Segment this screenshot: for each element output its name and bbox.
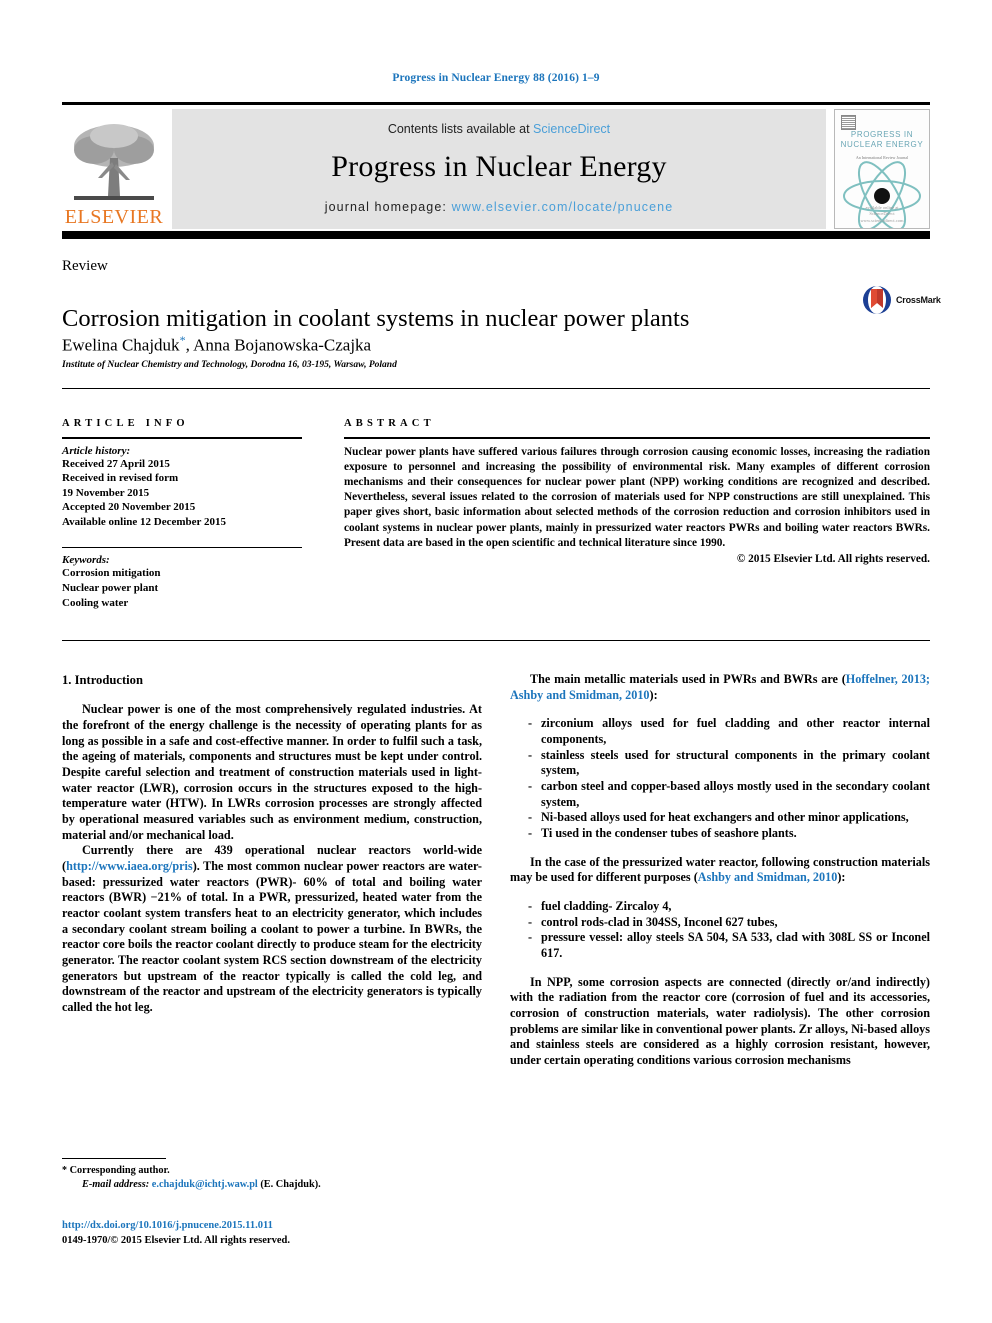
abstract-copyright: © 2015 Elsevier Ltd. All rights reserved… xyxy=(736,552,930,565)
list-item: carbon steel and copper-based alloys mos… xyxy=(528,779,930,810)
elsevier-logo: ELSEVIER xyxy=(62,109,166,229)
list-item: fuel cladding- Zircaloy 4, xyxy=(528,899,930,915)
crossmark-label: CrossMark xyxy=(896,295,941,305)
issn-copyright-line: 0149-1970/© 2015 Elsevier Ltd. All right… xyxy=(62,1235,290,1247)
masthead-center-band: Contents lists available at ScienceDirec… xyxy=(172,109,826,229)
list-item: zirconium alloys used for fuel cladding … xyxy=(528,716,930,747)
homepage-label: journal homepage: xyxy=(324,200,452,214)
masthead-top-rule xyxy=(62,102,930,105)
page-title: Corrosion mitigation in coolant systems … xyxy=(62,305,690,333)
cover-footer-line1: available online at xyxy=(865,205,899,211)
keywords-block: Keywords: Corrosion mitigation Nuclear p… xyxy=(62,546,302,610)
email-note: E-mail address: e.chajduk@ichtj.waw.pl (… xyxy=(62,1178,482,1192)
materials-lead-post: ): xyxy=(649,687,658,702)
keyword-item: Cooling water xyxy=(62,596,129,609)
paragraph-intro-2: Currently there are 439 operational nucl… xyxy=(62,843,482,1015)
paragraph-intro-1: Nuclear power is one of the most compreh… xyxy=(62,702,482,842)
doi-link[interactable]: http://dx.doi.org/10.1016/j.pnucene.2015… xyxy=(62,1218,522,1233)
article-info-rule xyxy=(62,437,302,439)
cover-title-line2: NUCLEAR ENERGY xyxy=(840,140,924,150)
abstract-block: ABSTRACT Nuclear power plants have suffe… xyxy=(344,418,930,565)
paragraph-intro-2-post: ). The most common nuclear power reactor… xyxy=(62,858,482,1014)
section-heading-introduction: 1. Introduction xyxy=(62,673,143,687)
elsevier-tree-icon xyxy=(74,124,154,200)
masthead-bottom-rule xyxy=(62,231,930,239)
cover-barcode-icon xyxy=(841,115,856,130)
contents-available-line: Contents lists available at ScienceDirec… xyxy=(388,122,610,136)
list-item: Ti used in the condenser tubes of seasho… xyxy=(528,826,930,842)
abstract-rule xyxy=(344,437,930,439)
keywords-rule xyxy=(62,546,302,549)
contents-prefix: Contents lists available at xyxy=(387,122,534,136)
keyword-item: Nuclear power plant xyxy=(62,581,159,594)
doi-block: http://dx.doi.org/10.1016/j.pnucene.2015… xyxy=(62,1218,522,1248)
article-info-heading: ARTICLE INFO xyxy=(62,418,189,429)
list-item: Ni-based alloys used for heat exchangers… xyxy=(528,810,930,826)
body-column-right: The main metallic materials used in PWRs… xyxy=(510,672,930,1069)
journal-title: Progress in Nuclear Energy xyxy=(331,150,667,183)
footnote-block: * Corresponding author. E-mail address: … xyxy=(62,1158,482,1193)
paragraph-materials-lead: The main metallic materials used in PWRs… xyxy=(510,672,930,703)
materials-lead-pre: The main metallic materials used in PWRs… xyxy=(530,672,846,686)
keyword-item: Corrosion mitigation xyxy=(62,567,161,580)
list-item: stainless steels used for structural com… xyxy=(528,748,930,779)
history-accepted: Accepted 20 November 2015 xyxy=(62,501,196,514)
email-owner: (E. Chajduk). xyxy=(260,1179,321,1191)
author-secondary: , Anna Bojanowska-Czajka xyxy=(185,335,372,355)
email-label: E-mail address: xyxy=(82,1179,150,1191)
corresponding-author-note: * Corresponding author. xyxy=(62,1164,482,1178)
abstract-heading: ABSTRACT xyxy=(344,418,435,429)
iaea-pris-link[interactable]: http://www.iaea.org/pris xyxy=(66,859,193,873)
author-list: Ewelina Chajduk*, Anna Bojanowska-Czajka xyxy=(62,333,842,356)
journal-article-page: Progress in Nuclear Energy 88 (2016) 1–9 xyxy=(0,0,992,1323)
sciencedirect-link[interactable]: ScienceDirect xyxy=(533,122,610,136)
crossmark-icon xyxy=(863,286,891,314)
history-received: Received 27 April 2015 xyxy=(62,457,170,470)
history-revised-date: 19 November 2015 xyxy=(62,486,150,499)
cover-footer: available online at ScienceDirect www.sc… xyxy=(835,205,929,224)
corresponding-marker: * xyxy=(62,1165,67,1176)
keywords-label: Keywords: xyxy=(62,554,110,567)
body-column-left: 1. Introduction Nuclear power is one of … xyxy=(62,672,482,1016)
journal-homepage-line: journal homepage: www.elsevier.com/locat… xyxy=(325,200,674,214)
cover-footer-line2: ScienceDirect xyxy=(869,211,895,217)
cover-footer-line3: www.sciencedirect.com xyxy=(860,217,904,223)
affiliation-divider-rule xyxy=(62,388,930,389)
journal-masthead: ELSEVIER Contents lists available at Sci… xyxy=(62,102,930,239)
cover-title-line1: PROGRESS IN xyxy=(850,130,914,139)
email-link[interactable]: e.chajduk@ichtj.waw.pl xyxy=(152,1179,258,1190)
journal-homepage-link[interactable]: www.elsevier.com/locate/pnucene xyxy=(452,200,674,214)
pwr-materials-list: fuel cladding- Zircaloy 4, control rods-… xyxy=(510,899,930,962)
footnote-rule xyxy=(62,1158,166,1159)
paragraph-pwr-lead: In the case of the pressurized water rea… xyxy=(510,855,930,886)
elsevier-wordmark: ELSEVIER xyxy=(64,206,164,228)
journal-cover-thumbnail: PROGRESS IN NUCLEAR ENERGY An Internatio… xyxy=(834,109,930,229)
corresponding-author-text: Corresponding author. xyxy=(69,1165,170,1176)
pwr-lead-post: ): xyxy=(837,870,846,885)
history-revised-label: Received in revised form xyxy=(62,472,179,485)
article-info-block: ARTICLE INFO Article history: Received 2… xyxy=(62,418,302,610)
running-head: Progress in Nuclear Energy 88 (2016) 1–9 xyxy=(392,72,600,84)
crossmark-badge[interactable]: CrossMark xyxy=(862,283,948,317)
author-affiliation: Institute of Nuclear Chemistry and Techn… xyxy=(62,360,397,370)
abstract-bottom-rule xyxy=(62,640,930,641)
materials-list: zirconium alloys used for fuel cladding … xyxy=(510,716,930,841)
citation-ashby-smidman[interactable]: Ashby and Smidman, 2010 xyxy=(698,870,838,884)
list-item: pressure vessel: alloy steels SA 504, SA… xyxy=(528,930,930,961)
article-doctype: Review xyxy=(62,258,108,274)
paragraph-npp-corrosion: In NPP, some corrosion aspects are conne… xyxy=(510,974,930,1068)
cover-title: PROGRESS IN NUCLEAR ENERGY xyxy=(835,130,929,151)
abstract-text: Nuclear power plants have suffered vario… xyxy=(344,445,930,549)
author-primary: Ewelina Chajduk xyxy=(62,335,180,355)
article-history-label: Article history: xyxy=(62,444,131,457)
list-item: control rods-clad in 304SS, Inconel 627 … xyxy=(528,915,930,931)
history-available-online: Available online 12 December 2015 xyxy=(62,516,226,529)
